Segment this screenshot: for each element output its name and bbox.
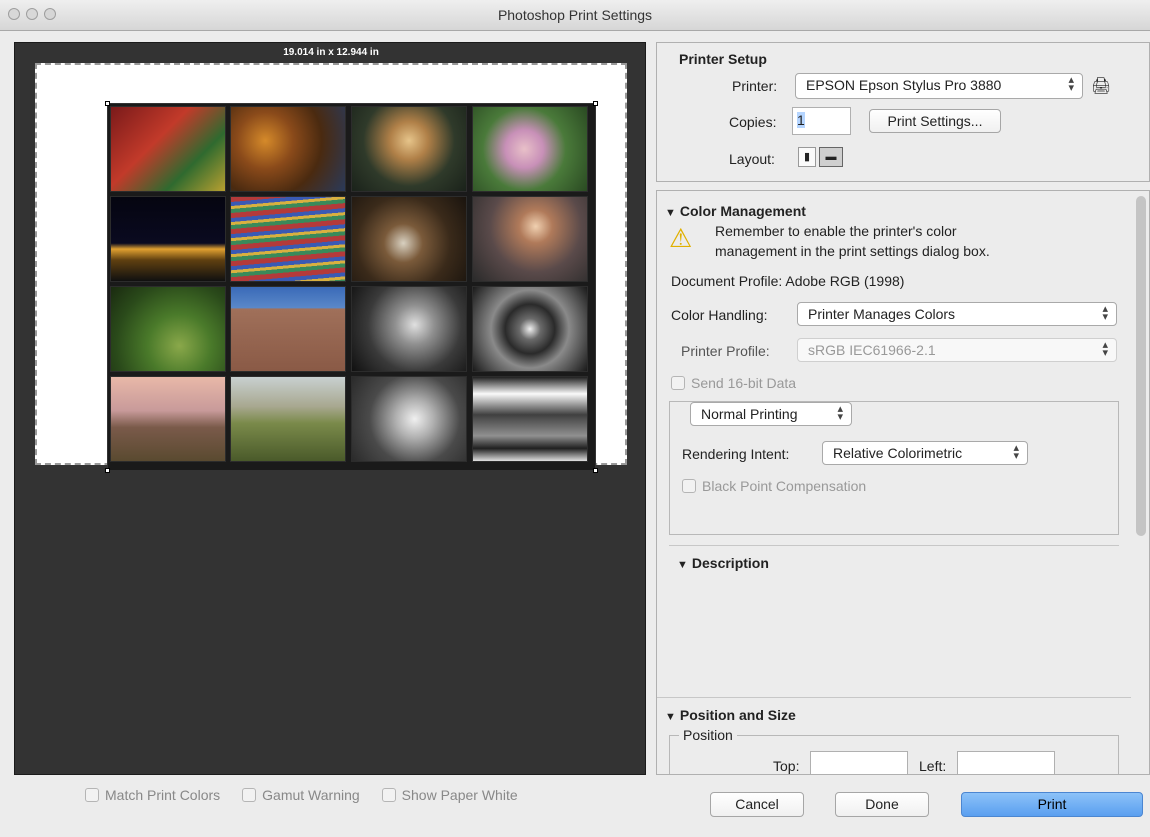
popup-arrows-icon: ▴ ▾ [1102, 303, 1108, 323]
settings-panel: ▼ Color Management ⚠ Remember to enable t… [656, 190, 1150, 775]
gamut-warning-label: Gamut Warning [262, 787, 360, 803]
copies-label: Copies: [729, 114, 777, 130]
printer-setup-header: Printer Setup [679, 51, 767, 67]
warning-line-2: management in the print settings dialog … [715, 243, 990, 259]
top-label: Top: [773, 758, 800, 774]
printer-setup-panel: Printer Setup Printer: EPSON Epson Stylu… [656, 42, 1150, 182]
warning-line-1: Remember to enable the printer's color [715, 223, 957, 239]
thumbnail-girl-flowers [472, 106, 588, 192]
printer-profile-select[interactable]: sRGB IEC61966-2.1 ▴ ▾ [797, 338, 1117, 362]
left-input[interactable] [957, 751, 1055, 774]
image-preview[interactable] [105, 101, 598, 473]
thumbnail-bw-portrait [351, 286, 467, 372]
print-preview: 19.014 in x 12.944 in [14, 42, 646, 775]
thumbnail-bw-bicycle [351, 376, 467, 462]
portrait-layout-icon[interactable]: ▮ [798, 147, 816, 167]
thumbnail-woman-portrait [351, 106, 467, 192]
thumbnail-musician [351, 196, 467, 282]
match-print-colors-option[interactable]: Match Print Colors [85, 787, 220, 803]
send-16bit-option[interactable]: Send 16-bit Data [671, 375, 796, 391]
description-header[interactable]: ▼ Description [677, 555, 769, 571]
color-handling-label: Color Handling: [671, 307, 768, 323]
section-divider [657, 697, 1131, 698]
match-print-colors-checkbox[interactable] [85, 788, 99, 802]
printer-profile-label: Printer Profile: [681, 343, 770, 359]
thumbnail-garden [110, 286, 226, 372]
thumbnail-painted-plates [230, 106, 346, 192]
title-bar: Photoshop Print Settings [0, 0, 1150, 31]
resize-handle-top-right[interactable] [593, 101, 598, 106]
copies-value: 1 [797, 112, 805, 128]
description-title: Description [691, 555, 769, 571]
top-input[interactable] [810, 751, 908, 774]
settings-scrollbar[interactable] [1136, 196, 1146, 536]
resize-handle-top-left[interactable] [105, 101, 110, 106]
disclosure-triangle-icon: ▼ [665, 207, 676, 219]
black-point-option[interactable]: Black Point Compensation [682, 478, 866, 494]
done-button[interactable]: Done [835, 792, 929, 817]
show-paper-white-label: Show Paper White [401, 787, 518, 803]
popup-arrows-icon: ▴ ▾ [1102, 339, 1108, 359]
disclosure-triangle-icon: ▼ [677, 559, 688, 571]
cancel-button[interactable]: Cancel [710, 792, 804, 817]
thumbnail-tuscany [230, 376, 346, 462]
black-point-checkbox[interactable] [682, 479, 696, 493]
thumbnail-sunset-hills [110, 376, 226, 462]
position-size-title: Position and Size [679, 707, 796, 723]
printer-select[interactable]: EPSON Epson Stylus Pro 3880 ▴ ▾ [795, 73, 1083, 99]
thumbnail-test-chart [472, 376, 588, 462]
thumbnail-spiral-staircase [472, 286, 588, 372]
printer-label: Printer: [732, 78, 778, 94]
layout-label: Layout: [729, 151, 775, 167]
color-management-title: Color Management [679, 203, 806, 219]
printer-select-value: EPSON Epson Stylus Pro 3880 [806, 77, 1002, 93]
resize-handle-bottom-right[interactable] [593, 468, 598, 473]
print-settings-button[interactable]: Print Settings... [869, 109, 1001, 133]
match-print-colors-label: Match Print Colors [105, 787, 221, 803]
thumbnail-dancer [472, 196, 588, 282]
document-profile: Document Profile: Adobe RGB (1998) [671, 273, 905, 289]
send-16bit-label: Send 16-bit Data [691, 375, 797, 391]
gamut-warning-option[interactable]: Gamut Warning [242, 787, 360, 803]
rendering-intent-label: Rendering Intent: [682, 446, 790, 462]
thumbnail-chili-peppers [110, 106, 226, 192]
preview-options: Match Print Colors Gamut Warning Show Pa… [85, 787, 518, 803]
printing-options-group: Normal Printing ▴ ▾ Rendering Intent: Rel… [669, 401, 1119, 535]
position-size-header[interactable]: ▼ Position and Size [665, 707, 796, 723]
section-divider [669, 545, 1119, 546]
thumbnail-night-city [110, 196, 226, 282]
rendering-intent-select[interactable]: Relative Colorimetric ▴ ▾ [822, 441, 1028, 465]
warning-icon: ⚠ [669, 223, 693, 253]
disclosure-triangle-icon: ▼ [665, 711, 676, 723]
send-16bit-checkbox[interactable] [671, 376, 685, 390]
window-title: Photoshop Print Settings [497, 7, 653, 23]
show-paper-white-option[interactable]: Show Paper White [381, 787, 518, 803]
color-handling-select[interactable]: Printer Manages Colors ▴ ▾ [797, 302, 1117, 326]
left-label: Left: [919, 758, 947, 774]
rendering-intent-value: Relative Colorimetric [833, 445, 963, 461]
show-paper-white-checkbox[interactable] [381, 788, 396, 802]
copies-input[interactable]: 1 [792, 107, 851, 135]
position-label: Position [679, 727, 737, 743]
thumbnail-textiles [230, 196, 346, 282]
printing-mode-select[interactable]: Normal Printing ▴ ▾ [690, 402, 852, 426]
gamut-warning-checkbox[interactable] [242, 788, 257, 802]
resize-handle-bottom-left[interactable] [105, 468, 110, 473]
landscape-layout-icon[interactable]: ▬ [819, 147, 843, 167]
printing-mode-value: Normal Printing [701, 406, 798, 422]
color-management-header[interactable]: ▼ Color Management [665, 203, 806, 219]
print-button[interactable]: Print [961, 792, 1143, 817]
add-printer-icon[interactable]: 🖨 [1091, 76, 1111, 96]
popup-arrows-icon: ▴ ▾ [1068, 74, 1074, 94]
paper-sheet [35, 63, 627, 473]
paper-dimensions: 19.014 in x 12.944 in [283, 47, 379, 58]
black-point-label: Black Point Compensation [702, 478, 867, 494]
thumbnail-church [230, 286, 346, 372]
popup-arrows-icon: ▴ ▾ [837, 403, 843, 423]
popup-arrows-icon: ▴ ▾ [1013, 442, 1019, 462]
color-handling-value: Printer Manages Colors [808, 306, 956, 322]
printer-profile-value: sRGB IEC61966-2.1 [808, 342, 936, 358]
